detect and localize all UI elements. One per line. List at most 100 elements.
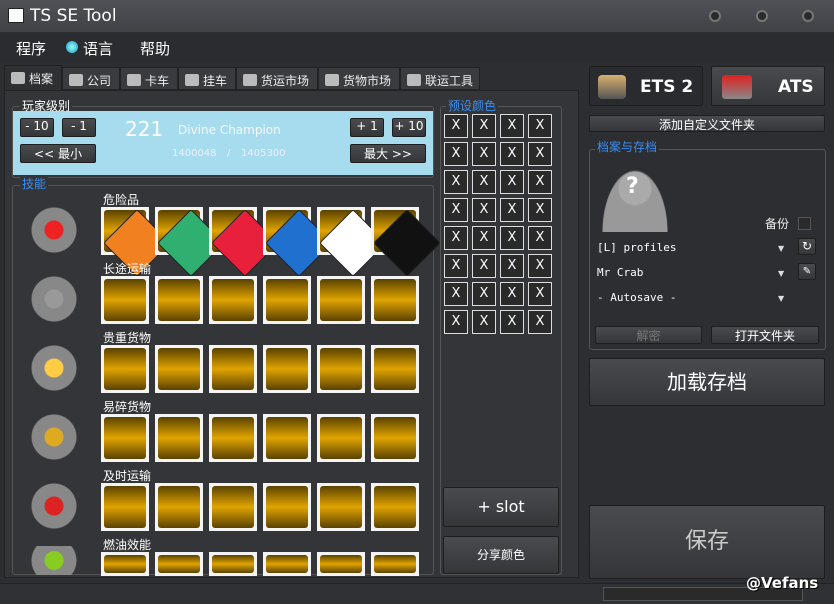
skill-slot-adr-2[interactable] [155,207,225,277]
skill-slot-valuable-3[interactable] [209,345,257,393]
preset-color-slot[interactable]: X [444,170,468,194]
skill-slot-eco-driving-5[interactable] [317,552,365,576]
skill-slot-adr-6[interactable] [371,207,441,277]
min-button[interactable]: << 最小 [20,144,96,163]
skill-slot-eco-driving-3[interactable] [209,552,257,576]
preset-color-slot[interactable]: X [500,114,524,138]
skill-slot-valuable-5[interactable] [317,345,365,393]
chevron-down-icon[interactable]: ▼ [778,269,784,278]
tab-cargo-market[interactable]: 货物市场 [318,67,400,90]
chevron-down-icon[interactable]: ▼ [778,294,784,303]
tab-freight-market[interactable]: 货运市场 [236,67,318,90]
preset-color-slot[interactable]: X [500,254,524,278]
menu-language[interactable]: 语言 [83,38,113,59]
skill-slot-valuable-1[interactable] [101,345,149,393]
skill-slot-fragile-1[interactable] [101,414,149,462]
skill-slot-long-distance-3[interactable] [209,276,257,324]
skill-slot-valuable-2[interactable] [155,345,203,393]
preset-color-slot[interactable]: X [444,254,468,278]
tab-company[interactable]: 公司 [62,67,120,90]
save-dropdown[interactable]: - Autosave - [597,291,676,304]
skill-slot-adr-1[interactable] [101,207,171,277]
menu-help[interactable]: 帮助 [140,38,170,59]
maximize-button[interactable] [756,10,768,22]
skill-slot-just-in-time-2[interactable] [155,483,203,531]
skill-slot-valuable-4[interactable] [263,345,311,393]
preset-color-slot[interactable]: X [500,198,524,222]
max-button[interactable]: 最大 >> [350,144,426,163]
skill-slot-long-distance-2[interactable] [155,276,203,324]
preset-color-slot[interactable]: X [472,114,496,138]
skill-slot-fragile-6[interactable] [371,414,419,462]
chevron-down-icon[interactable]: ▼ [778,244,784,253]
load-save-button[interactable]: 加载存档 [589,358,825,406]
preset-color-slot[interactable]: X [472,282,496,306]
preset-color-slot[interactable]: X [472,310,496,334]
preset-color-slot[interactable]: X [528,170,552,194]
add-slot-button[interactable]: + slot [443,487,559,527]
preset-color-slot[interactable]: X [472,254,496,278]
skill-slot-adr-5[interactable] [317,207,387,277]
skill-slot-eco-driving-4[interactable] [263,552,311,576]
preset-color-slot[interactable]: X [444,226,468,250]
profile-folder-dropdown[interactable]: [L] profiles [597,241,676,254]
preset-color-slot[interactable]: X [444,198,468,222]
plus10-button[interactable]: + 10 [392,118,426,137]
skill-slot-just-in-time-3[interactable] [209,483,257,531]
skill-slot-fragile-5[interactable] [317,414,365,462]
skill-slot-just-in-time-1[interactable] [101,483,149,531]
skill-slot-fragile-3[interactable] [209,414,257,462]
skill-slot-long-distance-4[interactable] [263,276,311,324]
skill-slot-long-distance-6[interactable] [371,276,419,324]
plus1-button[interactable]: + 1 [350,118,384,137]
menu-program[interactable]: 程序 [16,38,46,59]
edit-icon[interactable]: ✎ [798,263,816,280]
skill-slot-adr-4[interactable] [263,207,333,277]
preset-color-slot[interactable]: X [444,310,468,334]
save-button[interactable]: 保存 [589,505,825,579]
skill-slot-long-distance-5[interactable] [317,276,365,324]
decrypt-button[interactable]: 解密 [595,326,702,344]
preset-color-slot[interactable]: X [444,142,468,166]
skill-slot-eco-driving-2[interactable] [155,552,203,576]
preset-color-slot[interactable]: X [528,254,552,278]
preset-color-slot[interactable]: X [500,282,524,306]
minus1-button[interactable]: - 1 [62,118,96,137]
preset-color-slot[interactable]: X [528,226,552,250]
tab-trailer[interactable]: 挂车 [178,67,236,90]
preset-color-slot[interactable]: X [472,198,496,222]
preset-color-slot[interactable]: X [444,114,468,138]
ets2-button[interactable]: ETS 2 [589,66,703,106]
share-colors-button[interactable]: 分享颜色 [443,536,559,574]
preset-color-slot[interactable]: X [528,114,552,138]
tab-convoy-tools[interactable]: 联运工具 [400,67,480,90]
preset-color-slot[interactable]: X [472,142,496,166]
preset-color-slot[interactable]: X [500,226,524,250]
tab-truck[interactable]: 卡车 [120,67,178,90]
skill-slot-just-in-time-5[interactable] [317,483,365,531]
minimize-button[interactable] [709,10,721,22]
preset-color-slot[interactable]: X [500,310,524,334]
skill-slot-valuable-6[interactable] [371,345,419,393]
preset-color-slot[interactable]: X [500,142,524,166]
backup-checkbox[interactable] [798,217,811,230]
skill-slot-just-in-time-4[interactable] [263,483,311,531]
preset-color-slot[interactable]: X [500,170,524,194]
skill-slot-fragile-4[interactable] [263,414,311,462]
preset-color-slot[interactable]: X [472,170,496,194]
open-folder-button[interactable]: 打开文件夹 [711,326,819,344]
preset-color-slot[interactable]: X [528,142,552,166]
skill-slot-just-in-time-6[interactable] [371,483,419,531]
tab-profile[interactable]: 档案 [4,65,62,91]
skill-slot-eco-driving-6[interactable] [371,552,419,576]
skill-slot-fragile-2[interactable] [155,414,203,462]
close-button[interactable] [802,10,814,22]
minus10-button[interactable]: - 10 [20,118,54,137]
ats-button[interactable]: ATS [711,66,825,106]
skill-slot-long-distance-1[interactable] [101,276,149,324]
skill-slot-eco-driving-1[interactable] [101,552,149,576]
profile-dropdown[interactable]: Mr Crab [597,266,643,279]
preset-color-slot[interactable]: X [528,310,552,334]
add-custom-folder-button[interactable]: 添加自定义文件夹 [589,115,825,132]
preset-color-slot[interactable]: X [472,226,496,250]
